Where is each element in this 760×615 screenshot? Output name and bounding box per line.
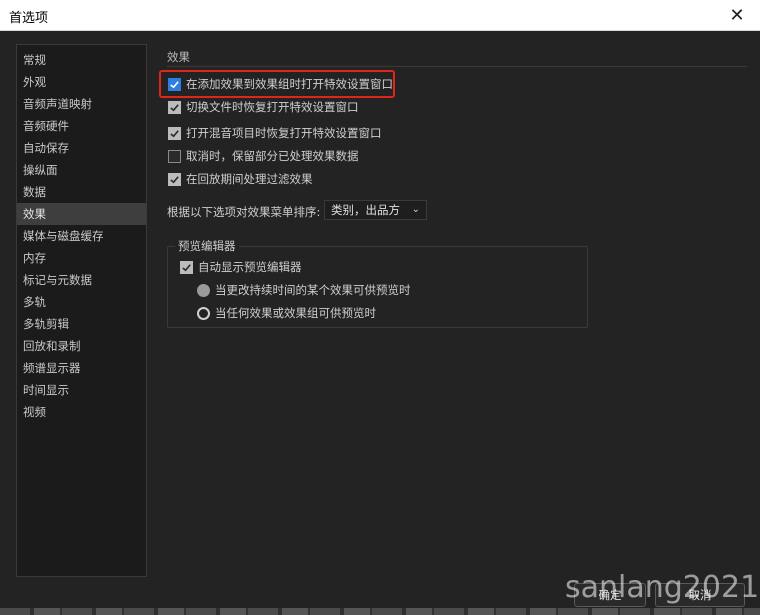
sidebar-item-data[interactable]: 数据	[17, 181, 146, 203]
sidebar-item-general[interactable]: 常规	[17, 49, 146, 71]
checkbox-checked-icon[interactable]	[168, 126, 181, 140]
option-keep-partial-data[interactable]: 取消时，保留部分已处理效果数据	[168, 147, 359, 165]
sidebar-item-effects[interactable]: 效果	[17, 203, 146, 225]
radio-selected-icon[interactable]	[197, 283, 210, 297]
checkbox-checked-icon[interactable]	[168, 100, 181, 114]
checkbox-checked-icon[interactable]	[168, 172, 181, 186]
sidebar-item-audio-channel-mapping[interactable]: 音频声道映射	[17, 93, 146, 115]
checkbox-checked-icon[interactable]	[168, 77, 181, 91]
option-restore-fx-on-switch[interactable]: 切换文件时恢复打开特效设置窗口	[168, 98, 359, 116]
option-auto-show-preview[interactable]: 自动显示预览编辑器	[180, 258, 302, 276]
sidebar-item-multitrack-clips[interactable]: 多轨剪辑	[17, 313, 146, 335]
chevron-down-icon: ⌄	[411, 204, 420, 215]
radio-label: 当任何效果或效果组可供预览时	[215, 306, 376, 320]
sidebar-item-playback-recording[interactable]: 回放和录制	[17, 335, 146, 357]
sidebar-item-markers-metadata[interactable]: 标记与元数据	[17, 269, 146, 291]
sidebar-item-video[interactable]: 视频	[17, 401, 146, 423]
title-bar: 首选项 ✕	[0, 0, 760, 31]
checkbox-unchecked-icon[interactable]	[168, 149, 181, 163]
sidebar-item-time-display[interactable]: 时间显示	[17, 379, 146, 401]
background-strip	[0, 608, 760, 615]
sidebar-item-memory[interactable]: 内存	[17, 247, 146, 269]
sidebar-item-control-surface[interactable]: 操纵面	[17, 159, 146, 181]
sort-label: 根据以下选项对效果菜单排序:	[167, 205, 321, 219]
sidebar-item-appearance[interactable]: 外观	[17, 71, 146, 93]
option-label: 在回放期间处理过滤效果	[186, 172, 313, 186]
cancel-button[interactable]: 取消	[655, 583, 745, 607]
preferences-sidebar: 常规 外观 音频声道映射 音频硬件 自动保存 操纵面 数据 效果 媒体与磁盘缓存…	[16, 44, 147, 577]
sidebar-item-spectral-display[interactable]: 频谱显示器	[17, 357, 146, 379]
sort-dropdown[interactable]: 类别，出品方 ⌄	[324, 200, 427, 220]
option-label: 取消时，保留部分已处理效果数据	[186, 149, 359, 163]
option-restore-fx-on-mix-open[interactable]: 打开混音项目时恢复打开特效设置窗口	[168, 124, 382, 142]
radio-label: 当更改持续时间的某个效果可供预览时	[215, 283, 411, 297]
section-title: 效果	[167, 50, 190, 64]
radio-unselected-icon[interactable]	[197, 306, 210, 320]
radio-duration-change[interactable]: 当更改持续时间的某个效果可供预览时	[197, 281, 411, 299]
sidebar-item-media-cache[interactable]: 媒体与磁盘缓存	[17, 225, 146, 247]
option-label: 自动显示预览编辑器	[198, 260, 302, 274]
option-label: 切换文件时恢复打开特效设置窗口	[186, 100, 359, 114]
close-icon[interactable]: ✕	[714, 0, 760, 31]
sidebar-item-auto-save[interactable]: 自动保存	[17, 137, 146, 159]
ok-button[interactable]: 确定	[574, 583, 646, 607]
sort-value: 类别，出品方	[331, 203, 400, 217]
preview-editor-group-title: 预览编辑器	[175, 238, 239, 254]
sidebar-item-multitrack[interactable]: 多轨	[17, 291, 146, 313]
option-label: 打开混音项目时恢复打开特效设置窗口	[186, 126, 382, 140]
sidebar-item-audio-hardware[interactable]: 音频硬件	[17, 115, 146, 137]
checkbox-checked-icon[interactable]	[180, 260, 193, 274]
option-process-filter-during-playback[interactable]: 在回放期间处理过滤效果	[168, 170, 313, 188]
window-title: 首选项	[9, 11, 49, 26]
option-label: 在添加效果到效果组时打开特效设置窗口	[186, 77, 393, 91]
option-open-fx-on-add[interactable]: 在添加效果到效果组时打开特效设置窗口	[168, 75, 393, 93]
section-divider	[167, 66, 747, 67]
radio-any-effect[interactable]: 当任何效果或效果组可供预览时	[197, 304, 376, 322]
